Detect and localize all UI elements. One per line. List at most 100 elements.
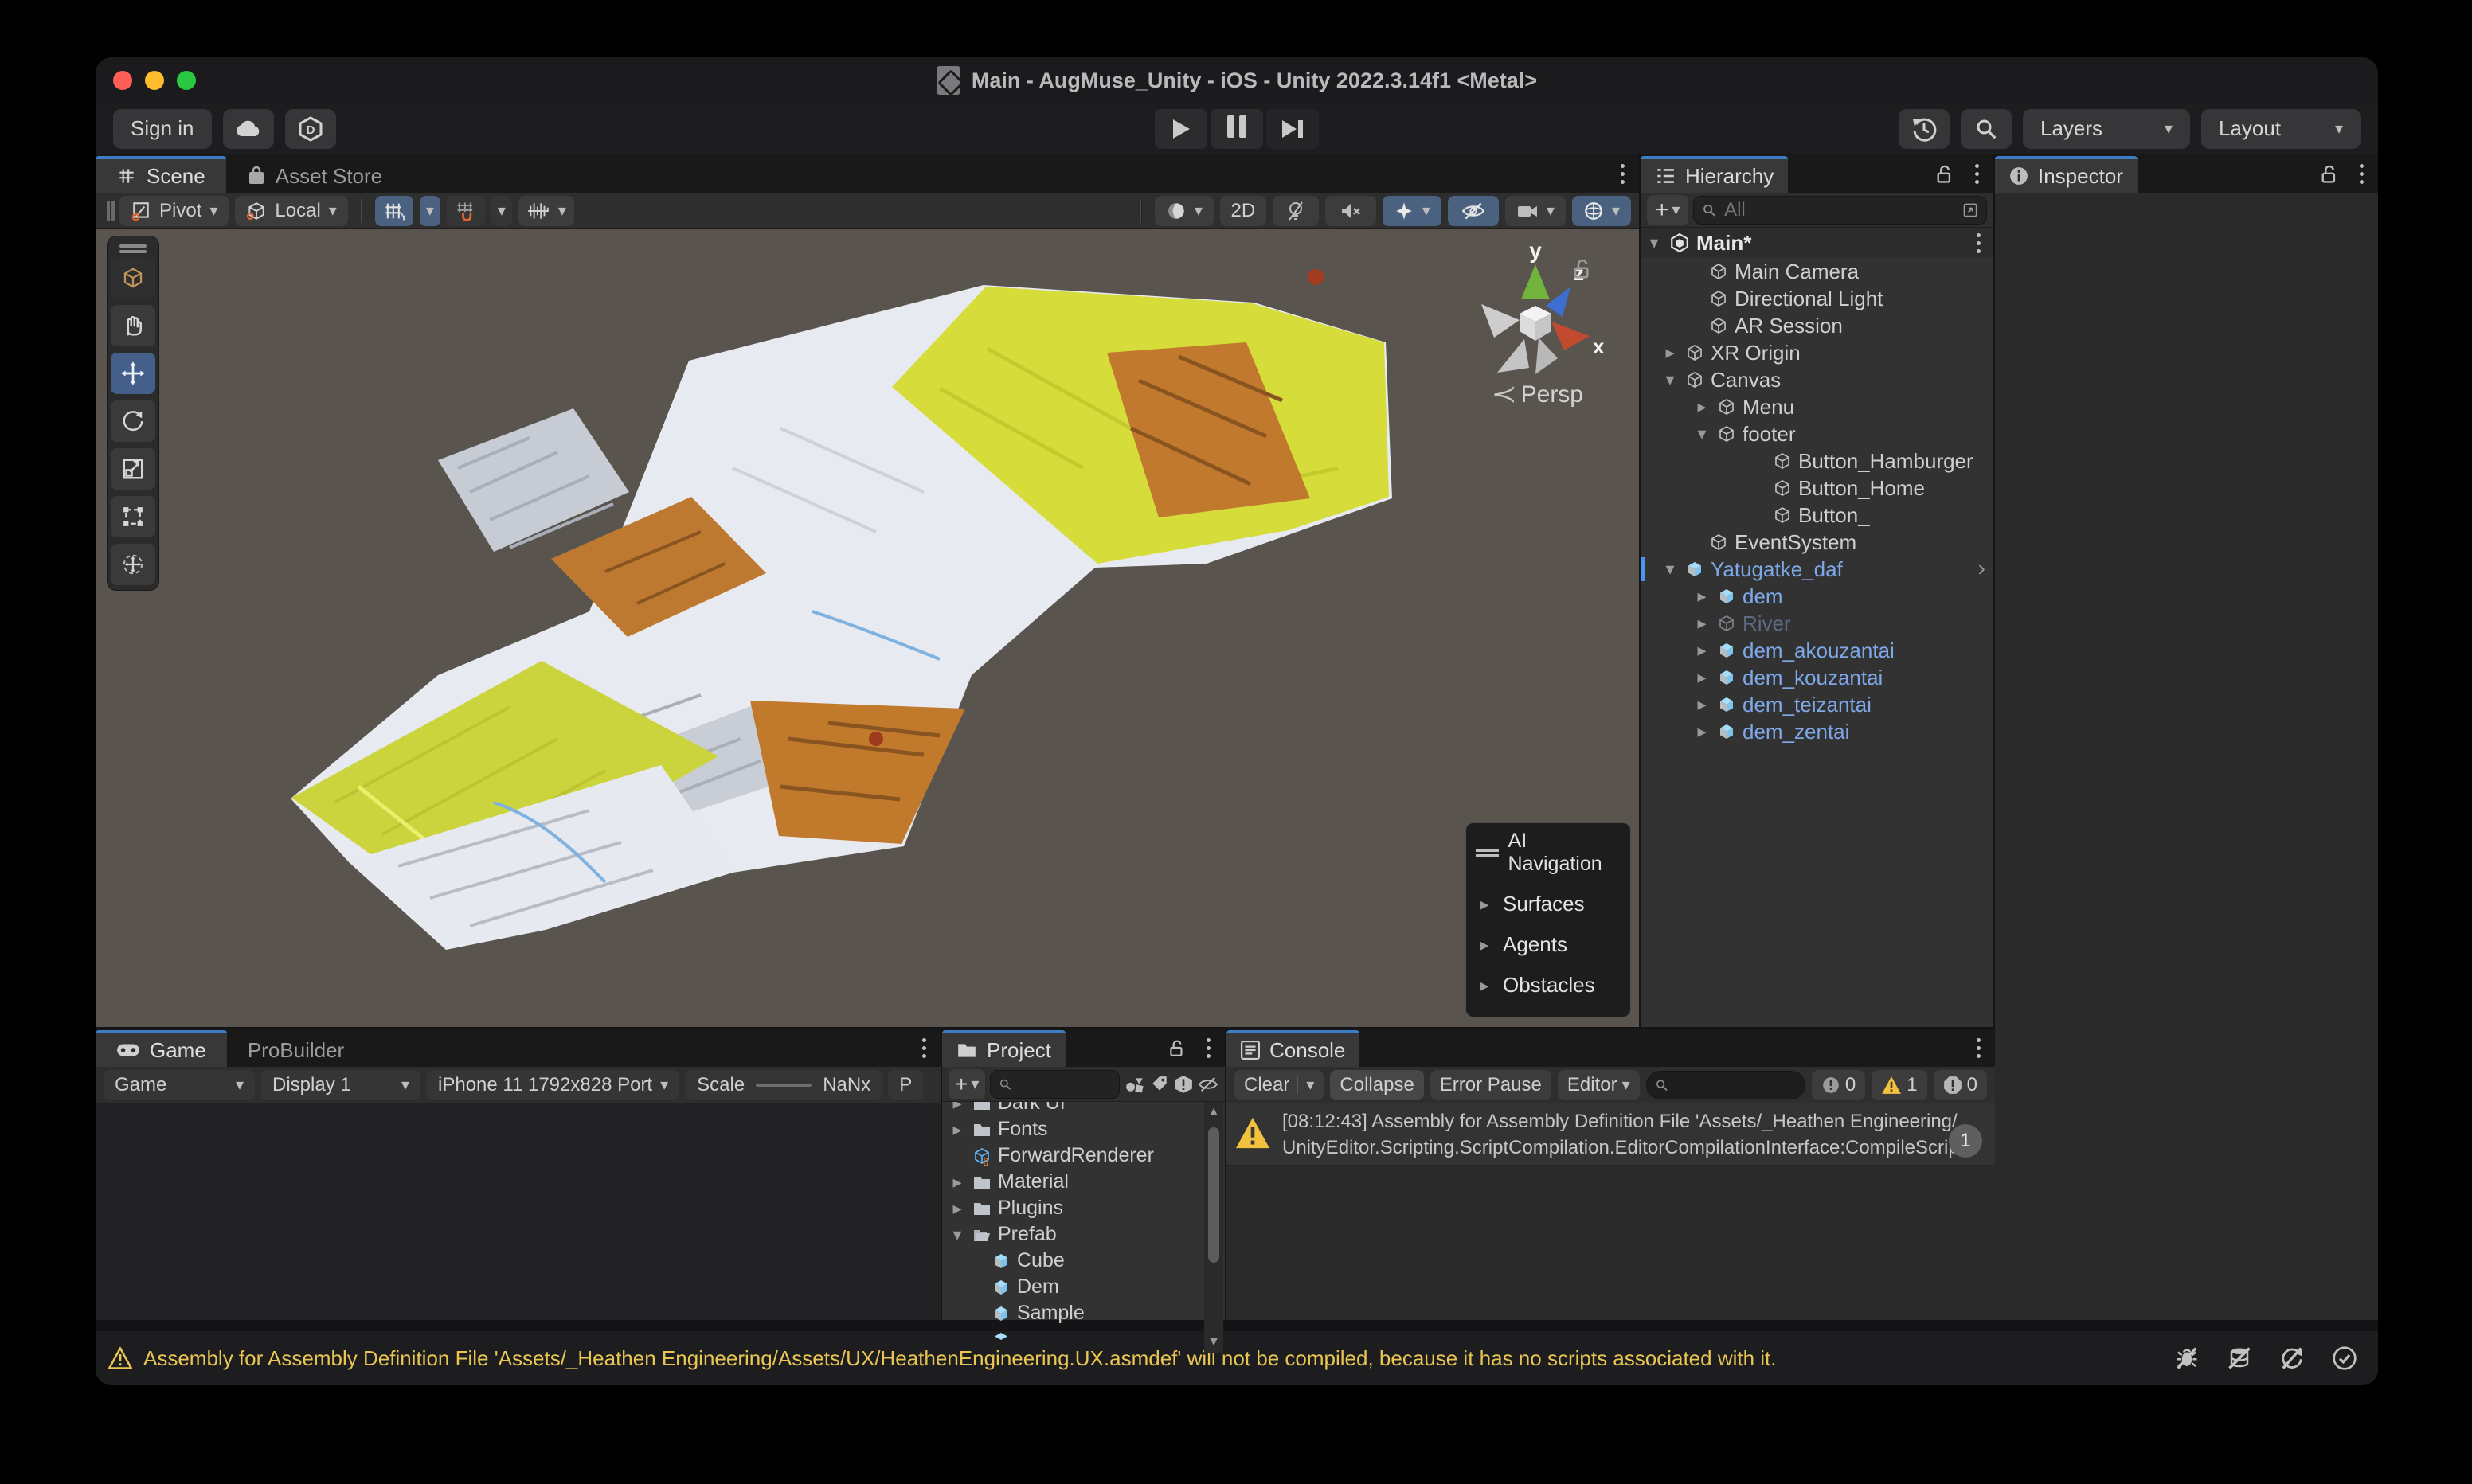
scale-slider[interactable]: Scale NaNx <box>686 1070 882 1100</box>
cache-server-disabled-button[interactable] <box>2219 1339 2260 1377</box>
project-row-clipped[interactable] <box>942 1326 1204 1353</box>
scene-panel-menu-button[interactable] <box>1617 161 1628 187</box>
hierarchy-menu-button[interactable] <box>1972 161 1982 187</box>
foldout-arrow-icon[interactable]: ▸ <box>1661 342 1679 363</box>
layout-dropdown[interactable]: Layout▾ <box>2201 109 2361 149</box>
scene-menu-button[interactable] <box>1973 230 1984 256</box>
hierarchy-row-disabled[interactable]: ▸River <box>1641 610 1993 637</box>
auto-refresh-disabled-button[interactable] <box>2271 1339 2313 1377</box>
ainav-obstacles-foldout[interactable]: ▸Obstacles <box>1476 965 1621 1006</box>
project-search[interactable] <box>990 1070 1120 1099</box>
foldout-arrow-icon[interactable]: ▸ <box>1693 586 1711 607</box>
scene-lighting-toggle[interactable] <box>1273 196 1319 226</box>
axis-neg-cone[interactable] <box>1481 304 1520 338</box>
hierarchy-row[interactable]: Main Camera <box>1641 258 1993 285</box>
foldout-arrow-icon[interactable]: ▸ <box>949 1172 966 1193</box>
filter-by-type-icon[interactable] <box>1125 1075 1145 1094</box>
scene-audio-toggle[interactable] <box>1325 196 1376 226</box>
scale-slider-track[interactable] <box>756 1084 812 1087</box>
project-row[interactable]: ▸Dark UI <box>942 1102 1204 1116</box>
gizmo-unlock-icon[interactable] <box>1572 258 1593 280</box>
2d-view-toggle[interactable]: 2D <box>1220 196 1266 226</box>
axis-neg-cone[interactable] <box>1497 339 1529 373</box>
step-button[interactable] <box>1266 109 1319 149</box>
inspector-menu-button[interactable] <box>2357 161 2367 187</box>
local-dropdown[interactable]: Local▾ <box>235 196 347 226</box>
game-panel-menu-button[interactable] <box>919 1035 929 1061</box>
perspective-toggle[interactable]: ≺ Persp <box>1494 381 1583 408</box>
play-focused-dropdown-clipped[interactable]: P <box>888 1070 923 1100</box>
foldout-arrow-icon[interactable]: ▸ <box>949 1198 966 1219</box>
scale-tool-button[interactable] <box>111 448 155 490</box>
tab-project[interactable]: Project <box>942 1030 1066 1067</box>
snap-settings-button[interactable]: ▾ <box>518 196 574 226</box>
foldout-arrow-icon[interactable]: ▾ <box>1693 424 1711 444</box>
transform-tool-button[interactable] <box>111 544 155 585</box>
grid-visibility-dropdown[interactable]: ▾ <box>420 196 440 226</box>
hierarchy-row[interactable]: ▸Menu <box>1641 393 1993 420</box>
resolution-dropdown[interactable]: iPhone 11 1792x828 Port▾ <box>427 1070 679 1100</box>
search-button[interactable] <box>1961 109 2012 149</box>
play-button[interactable] <box>1155 109 1207 149</box>
hierarchy-row[interactable]: Button_ <box>1641 502 1993 529</box>
unlock-icon[interactable] <box>1935 164 1954 185</box>
tools-drag-handle[interactable] <box>119 244 147 248</box>
scroll-up-arrow[interactable]: ▲ <box>1207 1102 1220 1123</box>
project-menu-button[interactable] <box>1203 1035 1214 1061</box>
project-row[interactable]: Sample <box>942 1300 1204 1326</box>
axis-z-cone[interactable] <box>1546 287 1570 317</box>
project-scrollbar[interactable]: ▲ ▼ <box>1204 1102 1223 1353</box>
project-row[interactable]: ▸Material <box>942 1169 1204 1195</box>
hierarchy-row[interactable]: ▾Canvas <box>1641 366 1993 393</box>
hierarchy-search[interactable] <box>1693 196 1987 225</box>
foldout-arrow-icon[interactable]: ▸ <box>1693 640 1711 661</box>
hierarchy-row-prefab[interactable]: ▸dem_akouzantai <box>1641 637 1993 664</box>
layers-dropdown[interactable]: Layers▾ <box>2023 109 2190 149</box>
rect-tool-button[interactable] <box>111 496 155 537</box>
create-asset-button[interactable]: +▾ <box>949 1069 985 1099</box>
hidden-packages-eye-icon[interactable] <box>1198 1076 1218 1093</box>
move-tool-button[interactable] <box>111 353 155 394</box>
foldout-arrow-icon[interactable]: ▸ <box>1693 396 1711 417</box>
hierarchy-row[interactable]: EventSystem <box>1641 529 1993 556</box>
foldout-arrow-icon[interactable]: ▾ <box>949 1224 966 1245</box>
tab-hierarchy[interactable]: Hierarchy <box>1641 156 1788 193</box>
tab-scene[interactable]: Scene <box>96 156 226 193</box>
foldout-arrow-icon[interactable]: ▸ <box>949 1102 966 1114</box>
unlock-icon[interactable] <box>2320 164 2339 185</box>
axis-y-cone[interactable] <box>1521 264 1550 299</box>
hierarchy-row[interactable]: ▸XR Origin <box>1641 339 1993 366</box>
rotate-tool-button[interactable] <box>111 400 155 442</box>
scene-visibility-toggle[interactable] <box>1448 196 1499 226</box>
hierarchy-row-prefab[interactable]: ▸dem_kouzantai <box>1641 664 1993 691</box>
hierarchy-row[interactable]: Directional Light <box>1641 285 1993 312</box>
version-control-button[interactable]: D <box>285 109 336 149</box>
project-row[interactable]: Cube <box>942 1248 1204 1274</box>
project-row[interactable]: ▸Plugins <box>942 1195 1204 1221</box>
editor-ready-status-button[interactable] <box>2324 1339 2365 1377</box>
scrollbar-thumb[interactable] <box>1208 1127 1219 1263</box>
console-search[interactable] <box>1646 1071 1805 1099</box>
game-display-mode-dropdown[interactable]: Game▾ <box>104 1070 255 1100</box>
project-search-input[interactable] <box>1019 1072 1111 1096</box>
sign-in-button[interactable]: Sign in <box>113 109 212 149</box>
project-row[interactable]: {}ForwardRenderer <box>942 1142 1204 1169</box>
foldout-arrow-icon[interactable]: ▸ <box>1693 721 1711 742</box>
scene-viewport[interactable]: y z x <box>96 229 1639 1027</box>
hand-tool-button[interactable] <box>111 305 155 346</box>
foldout-arrow-icon[interactable]: ▸ <box>1693 667 1711 688</box>
tab-game[interactable]: Game <box>96 1030 227 1067</box>
warnings-filter-icon[interactable] <box>1174 1075 1193 1094</box>
hierarchy-scene-row[interactable]: ▾ Main* <box>1641 228 1993 258</box>
hierarchy-row-prefab[interactable]: ▾Yatugatke_daf› <box>1641 556 1993 583</box>
gizmos-toggle[interactable]: ▾ <box>1572 196 1631 226</box>
display-dropdown[interactable]: Display 1▾ <box>261 1070 420 1100</box>
axis-x-cone[interactable] <box>1551 322 1590 350</box>
hierarchy-row[interactable]: Button_Hamburger <box>1641 447 1993 474</box>
foldout-arrow-icon[interactable]: ▾ <box>1661 559 1679 580</box>
create-object-button[interactable]: +▾ <box>1647 195 1688 225</box>
clear-button[interactable]: Clear▾ <box>1234 1070 1324 1100</box>
toolbar-drag-handle[interactable] <box>107 201 110 221</box>
hierarchy-row[interactable]: AR Session <box>1641 312 1993 339</box>
tab-asset-store[interactable]: Asset Store <box>226 159 403 193</box>
